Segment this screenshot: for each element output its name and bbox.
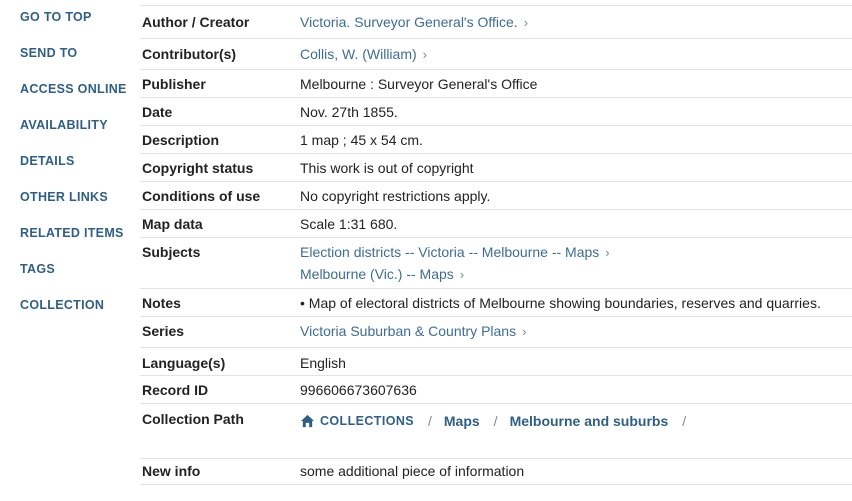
contributor-link[interactable]: Collis, W. (William) [300, 46, 417, 62]
series-value: Victoria Suburban & Country Plans › [300, 321, 852, 347]
row-map-data: Map data Scale 1:31 680. [140, 210, 852, 238]
record-details-page: GO TO TOP SEND TO ACCESS ONLINE AVAILABI… [0, 0, 852, 501]
home-icon [300, 414, 315, 428]
date-value: Nov. 27th 1855. [300, 104, 398, 120]
notes-value: • Map of electoral districts of Melbourn… [300, 295, 821, 311]
nav-send-to[interactable]: SEND TO [20, 46, 77, 60]
breadcrumb: COLLECTIONS / Maps / Melbourne and subur… [300, 409, 852, 431]
conditions-label: Conditions of use [142, 188, 261, 204]
row-publisher: Publisher Melbourne : Surveyor General's… [140, 70, 852, 98]
row-subjects: Subjects Election districts -- Victoria … [140, 238, 852, 289]
row-contributor: Contributor(s) Collis, W. (William) › [140, 39, 852, 70]
subject-link[interactable]: Melbourne (Vic.) -- Maps [300, 266, 454, 282]
notes-label: Notes [142, 295, 181, 311]
contributor-value: Collis, W. (William) › [300, 44, 852, 69]
author-label: Author / Creator [142, 14, 250, 30]
nav-collection[interactable]: COLLECTION [20, 298, 104, 312]
map-data-value: Scale 1:31 680. [300, 216, 398, 232]
breadcrumb-separator: / [682, 413, 687, 429]
new-info-label: New info [142, 463, 201, 479]
row-series: Series Victoria Suburban & Country Plans… [140, 317, 852, 348]
nav-access-online[interactable]: ACCESS ONLINE [20, 82, 127, 96]
subject-link[interactable]: Election districts -- Victoria -- Melbou… [300, 244, 599, 260]
publisher-value: Melbourne : Surveyor General's Office [300, 76, 538, 92]
author-value: Victoria. Surveyor General's Office. › [300, 12, 852, 38]
language-value: English [300, 355, 346, 371]
row-new-info: New info some additional piece of inform… [140, 459, 852, 485]
nav-tags[interactable]: TAGS [20, 262, 55, 276]
breadcrumb-separator: / [427, 413, 432, 429]
map-data-label: Map data [142, 216, 203, 232]
subjects-label: Subjects [142, 244, 201, 260]
publisher-label: Publisher [142, 76, 206, 92]
chevron-right-icon: › [605, 245, 610, 260]
breadcrumb-collections[interactable]: COLLECTIONS [300, 411, 414, 431]
nav-related-items[interactable]: RELATED ITEMS [20, 226, 124, 240]
description-label: Description [142, 132, 220, 148]
record-id-value: 996606673607636 [300, 382, 417, 398]
nav-other-links[interactable]: OTHER LINKS [20, 190, 108, 204]
row-language: Language(s) English [140, 348, 852, 376]
row-description: Description 1 map ; 45 x 54 cm. [140, 126, 852, 154]
description-value: 1 map ; 45 x 54 cm. [300, 132, 423, 148]
series-label: Series [142, 323, 185, 339]
new-info-value: some additional piece of information [300, 463, 525, 479]
language-label: Language(s) [142, 355, 226, 371]
row-collection-path: Collection Path COLLECTIONS / Maps / Mel… [140, 404, 852, 459]
details-table: Author / Creator Victoria. Surveyor Gene… [140, 6, 852, 485]
breadcrumb-melbourne-suburbs[interactable]: Melbourne and suburbs [510, 411, 669, 431]
collection-path-value: COLLECTIONS / Maps / Melbourne and subur… [300, 409, 852, 458]
chevron-right-icon: › [522, 324, 527, 339]
chevron-right-icon: › [523, 15, 529, 30]
row-conditions: Conditions of use No copyright restricti… [140, 182, 852, 210]
subject-item: Election districts -- Victoria -- Melbou… [300, 242, 852, 263]
subjects-value: Election districts -- Victoria -- Melbou… [300, 242, 852, 288]
chevron-right-icon: › [459, 267, 465, 282]
date-label: Date [142, 104, 173, 120]
row-notes: Notes • Map of electoral districts of Me… [140, 289, 852, 317]
row-date: Date Nov. 27th 1855. [140, 98, 852, 126]
chevron-right-icon: › [422, 47, 427, 62]
copyright-label: Copyright status [142, 160, 254, 176]
contributor-label: Contributor(s) [142, 46, 237, 62]
nav-go-to-top[interactable]: GO TO TOP [20, 10, 92, 24]
subject-item: Melbourne (Vic.) -- Maps › [300, 264, 852, 285]
collection-path-label: Collection Path [142, 411, 244, 427]
author-link[interactable]: Victoria. Surveyor General's Office. [300, 14, 518, 30]
breadcrumb-collections-label: COLLECTIONS [320, 414, 414, 428]
breadcrumb-maps[interactable]: Maps [444, 411, 480, 431]
row-record-id: Record ID 996606673607636 [140, 376, 852, 404]
series-link[interactable]: Victoria Suburban & Country Plans [300, 323, 516, 339]
nav-details[interactable]: DETAILS [20, 154, 75, 168]
record-id-label: Record ID [142, 382, 209, 398]
row-author: Author / Creator Victoria. Surveyor Gene… [140, 6, 852, 39]
breadcrumb-separator: / [493, 413, 498, 429]
conditions-value: No copyright restrictions apply. [300, 188, 491, 204]
copyright-value: This work is out of copyright [300, 160, 474, 176]
nav-availability[interactable]: AVAILABILITY [20, 118, 108, 132]
row-copyright: Copyright status This work is out of cop… [140, 154, 852, 182]
